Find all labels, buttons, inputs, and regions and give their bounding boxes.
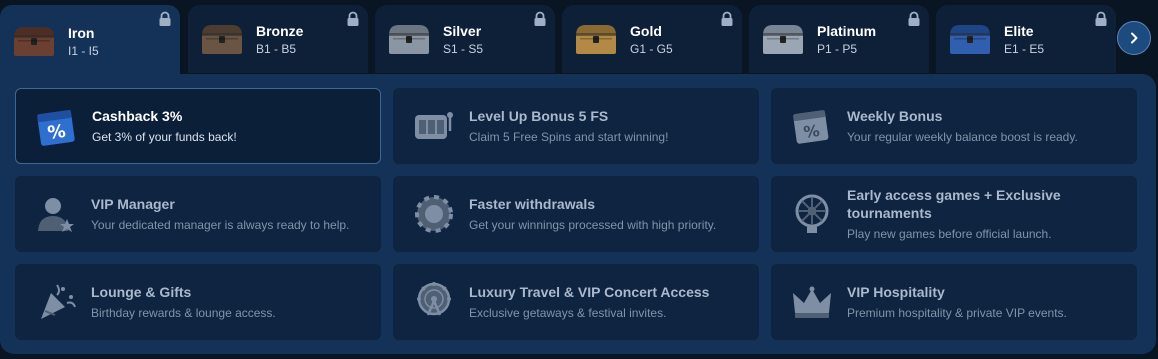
benefit-card-vip-manager[interactable]: VIP Manager Your dedicated manager is alw…: [15, 176, 381, 252]
tab-range: S1 - S5: [443, 41, 484, 56]
weekly-calendar-icon: %: [789, 103, 835, 149]
benefit-title: Level Up Bonus 5 FS: [469, 108, 609, 124]
next-tier-button[interactable]: [1117, 21, 1151, 55]
svg-text:%: %: [802, 121, 821, 142]
benefit-title: Cashback 3%: [92, 108, 183, 124]
ferris-wheel-icon: [411, 279, 457, 325]
slot-machine-icon: [411, 103, 457, 149]
benefit-card-early-access[interactable]: Early access games + Exclusive tournamen…: [771, 176, 1137, 252]
benefit-title: Early access games + Exclusive tournamen…: [847, 187, 1061, 221]
benefit-title: VIP Manager: [91, 196, 175, 212]
benefit-desc: Get 3% of your funds back!: [92, 130, 237, 144]
tab-name: Bronze: [256, 22, 304, 39]
benefit-desc: Premium hospitality & private VIP events…: [847, 306, 1067, 320]
party-popper-icon: [33, 279, 79, 325]
benefit-card-lounge-gifts[interactable]: Lounge & Gifts Birthday rewards & lounge …: [15, 264, 381, 340]
tier-tabs: Iron I1 - I5 Bronze B1 - B5 Silver S1 - …: [0, 5, 1158, 77]
benefit-title: Faster withdrawals: [469, 196, 596, 212]
silver-chest-icon: [387, 22, 431, 56]
tab-name: Silver: [443, 22, 482, 39]
lock-icon: [533, 11, 547, 27]
tab-range: B1 - B5: [256, 41, 297, 56]
benefit-desc: Claim 5 Free Spins and start winning!: [469, 130, 669, 144]
benefit-card-faster-withdrawals[interactable]: Faster withdrawals Get your winnings proc…: [393, 176, 759, 252]
tab-gold[interactable]: Gold G1 - G5: [562, 5, 742, 73]
benefits-panel: % Cashback 3% Get 3% of your funds back! …: [0, 74, 1156, 354]
iron-chest-icon: [12, 24, 56, 58]
tab-range: P1 - P5: [817, 41, 858, 56]
benefit-card-luxury-travel[interactable]: Luxury Travel & VIP Concert Access Exclus…: [393, 264, 759, 340]
platinum-chest-icon: [761, 22, 805, 56]
tab-iron[interactable]: Iron I1 - I5: [0, 5, 180, 77]
benefit-card-vip-hospitality[interactable]: VIP Hospitality Premium hospitality & pri…: [771, 264, 1137, 340]
lock-icon: [907, 11, 921, 27]
roulette-icon: [789, 191, 835, 237]
benefit-card-weekly-bonus[interactable]: % Weekly Bonus Your regular weekly balanc…: [771, 88, 1137, 164]
lock-icon: [720, 11, 734, 27]
gold-chest-icon: [574, 22, 618, 56]
lock-icon: [346, 11, 360, 27]
tab-range: I1 - I5: [68, 43, 99, 58]
tab-bronze[interactable]: Bronze B1 - B5: [188, 5, 368, 73]
benefit-desc: Your dedicated manager is always ready t…: [91, 218, 350, 232]
tab-platinum[interactable]: Platinum P1 - P5: [749, 5, 929, 73]
benefit-title: Lounge & Gifts: [91, 284, 192, 300]
tab-silver[interactable]: Silver S1 - S5: [375, 5, 555, 73]
benefit-desc: Exclusive getaways & festival invites.: [469, 306, 667, 320]
benefit-desc: Play new games before official launch.: [847, 227, 1052, 241]
crown-icon: [789, 279, 835, 325]
cashback-calendar-icon: %: [34, 103, 80, 149]
tab-name: Gold: [630, 22, 662, 39]
tab-name: Iron: [68, 24, 95, 41]
benefit-desc: Get your winnings processed with high pr…: [469, 218, 717, 232]
benefit-title: Luxury Travel & VIP Concert Access: [469, 284, 710, 300]
benefit-desc: Your regular weekly balance boost is rea…: [847, 130, 1078, 144]
tab-name: Platinum: [817, 22, 877, 39]
tab-range: G1 - G5: [630, 41, 673, 56]
svg-text:%: %: [46, 121, 67, 144]
chevron-right-icon: [1131, 32, 1138, 44]
tab-range: E1 - E5: [1004, 41, 1045, 56]
lock-icon: [1094, 11, 1108, 27]
tab-elite[interactable]: Elite E1 - E5: [936, 5, 1116, 73]
lock-icon: [158, 11, 172, 27]
elite-chest-icon: [948, 22, 992, 56]
chip-icon: [411, 191, 457, 237]
bronze-chest-icon: [200, 22, 244, 56]
tab-name: Elite: [1004, 22, 1034, 39]
benefit-card-level-up[interactable]: Level Up Bonus 5 FS Claim 5 Free Spins an…: [393, 88, 759, 164]
manager-icon: [33, 191, 79, 237]
benefit-title: Weekly Bonus: [847, 108, 943, 124]
benefit-title: VIP Hospitality: [847, 284, 945, 300]
benefit-desc: Birthday rewards & lounge access.: [91, 306, 276, 320]
benefit-card-cashback[interactable]: % Cashback 3% Get 3% of your funds back!: [15, 88, 381, 164]
